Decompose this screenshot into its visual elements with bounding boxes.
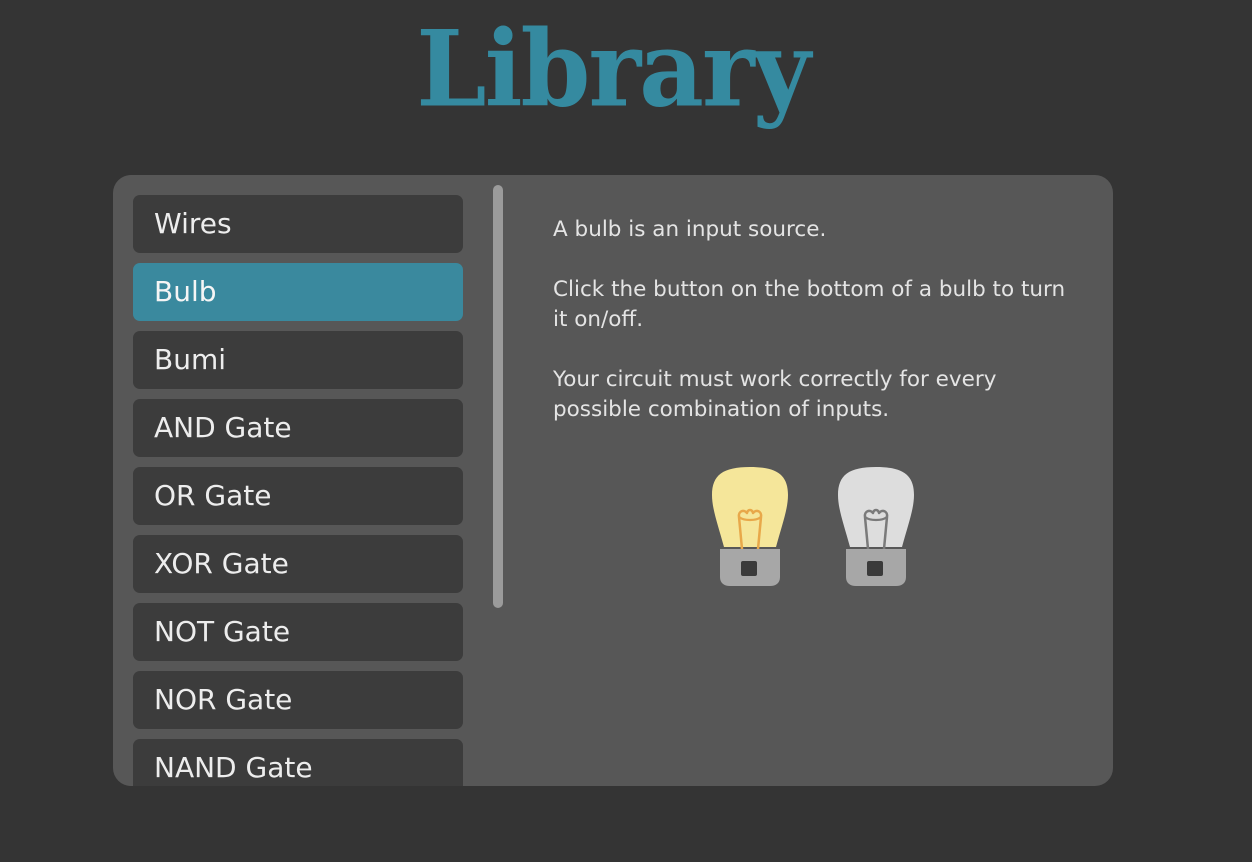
list-item-nor-gate[interactable]: NOR Gate xyxy=(133,671,463,729)
list-item-wires[interactable]: Wires xyxy=(133,195,463,253)
list-item-or-gate[interactable]: OR Gate xyxy=(133,467,463,525)
list-item-nand-gate[interactable]: NAND Gate xyxy=(133,739,463,786)
description-paragraph: Your circuit must work correctly for eve… xyxy=(553,367,997,422)
scrollbar-thumb[interactable] xyxy=(493,185,503,608)
bulb-off-icon xyxy=(838,467,914,586)
description: A bulb is an input source. Click the but… xyxy=(553,215,1073,455)
page-title: Library xyxy=(416,7,811,131)
list-scrollbar[interactable] xyxy=(493,185,503,608)
list-item-and-gate[interactable]: AND Gate xyxy=(133,399,463,457)
description-paragraph: Click the button on the bottom of a bulb… xyxy=(553,277,1066,332)
list-item-bulb[interactable]: Bulb xyxy=(133,263,463,321)
description-paragraph: A bulb is an input source. xyxy=(553,217,827,242)
bulb-illustrations xyxy=(708,465,918,590)
bulb-on-icon xyxy=(712,467,788,586)
list-item-xor-gate[interactable]: XOR Gate xyxy=(133,535,463,593)
list-item-not-gate[interactable]: NOT Gate xyxy=(133,603,463,661)
library-panel: Wires Bulb Bumi AND Gate OR Gate XOR Gat… xyxy=(113,175,1113,786)
component-list: Wires Bulb Bumi AND Gate OR Gate XOR Gat… xyxy=(133,195,463,786)
list-item-bumi[interactable]: Bumi xyxy=(133,331,463,389)
